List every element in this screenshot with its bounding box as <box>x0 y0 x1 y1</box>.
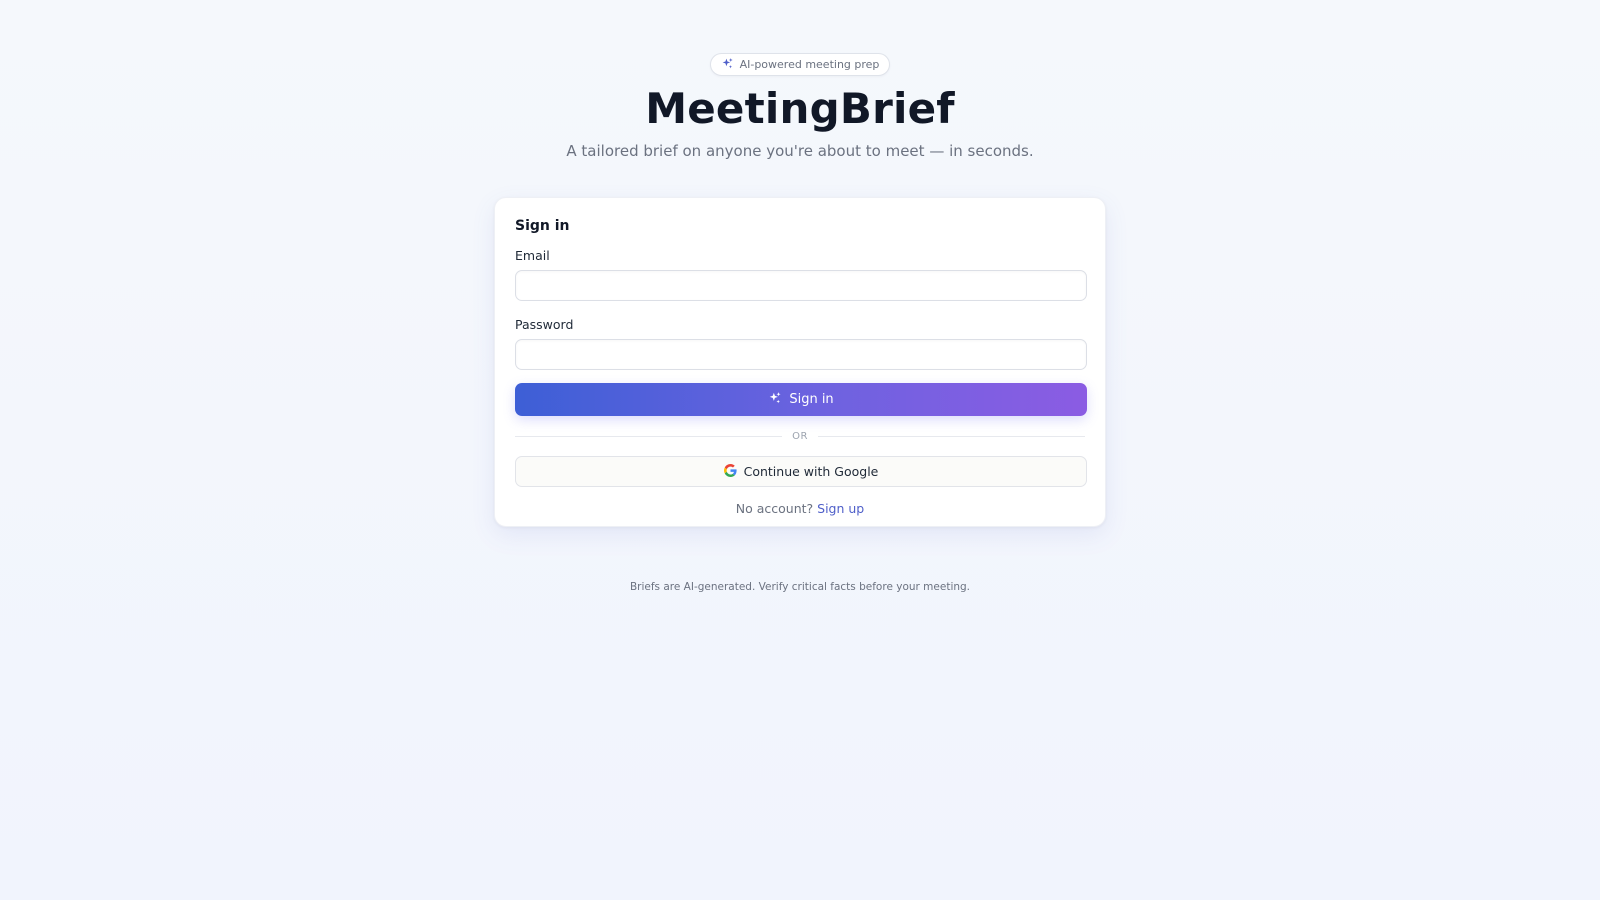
password-label: Password <box>515 317 574 332</box>
hero-header: AI-powered meeting prep MeetingBrief A t… <box>0 53 1600 161</box>
sparkles-icon <box>721 57 734 73</box>
no-account-text: No account? <box>735 501 814 516</box>
ai-disclaimer: Briefs are AI-generated. Verify critical… <box>629 581 971 593</box>
signin-button[interactable]: Sign in <box>515 383 1087 416</box>
divider-line <box>515 435 783 437</box>
signup-link[interactable]: Sign up <box>817 501 864 516</box>
ai-badge-label: AI-powered meeting prep <box>739 58 880 71</box>
sparkles-icon <box>768 391 782 409</box>
divider-label: OR <box>792 430 808 442</box>
divider-line <box>817 435 1086 437</box>
signin-button-label: Sign in <box>789 392 834 407</box>
app-title: MeetingBrief <box>645 84 955 133</box>
ai-badge: AI-powered meeting prep <box>709 53 891 76</box>
signin-card-title: Sign in <box>515 218 570 234</box>
signup-prompt: No account? Sign up <box>515 501 1085 516</box>
email-label: Email <box>515 248 550 263</box>
google-button-label: Continue with Google <box>743 464 879 479</box>
signin-card: Sign in Email Password Sign in OR Contin… <box>494 197 1106 527</box>
password-input[interactable] <box>515 339 1087 370</box>
or-divider: OR <box>515 428 1086 444</box>
google-signin-button[interactable]: Continue with Google <box>515 456 1087 487</box>
google-icon <box>723 463 737 480</box>
app-tagline: A tailored brief on anyone you're about … <box>566 142 1034 160</box>
email-input[interactable] <box>515 270 1087 301</box>
